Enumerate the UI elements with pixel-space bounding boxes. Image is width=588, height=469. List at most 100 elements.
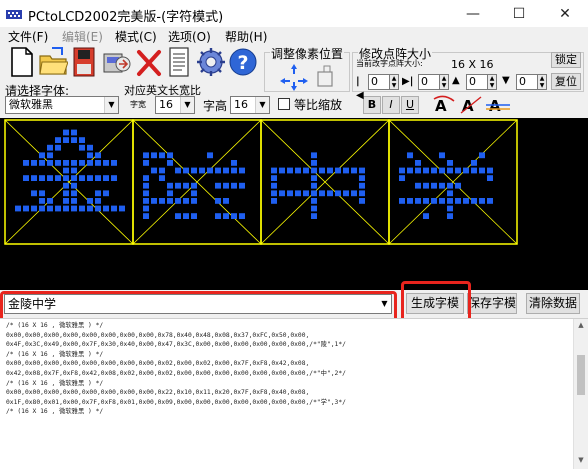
delete-icon[interactable] [134,46,164,78]
glyph-pixel [191,198,197,204]
font-select[interactable]: 微软雅黑 ▼ [5,96,119,114]
char-width-select[interactable]: 16 ▼ [155,96,195,114]
glyph-pixel [47,205,53,212]
glyph-pixel [55,137,61,143]
glyph-pixel [71,205,77,212]
glyph-pixel [71,182,77,189]
glyph-pixel [471,198,477,204]
svg-text:?: ? [237,52,248,74]
glyph-pixel [359,198,365,204]
menu-options[interactable]: 选项(O) [168,28,211,46]
glyph-pixel [319,190,325,197]
glyph-pixel [95,205,101,212]
glyph-pixel [423,213,429,219]
glyph-pixel [359,175,365,181]
spin-right[interactable]: 0 [418,74,440,90]
preview-canvas[interactable] [0,118,588,290]
glyph-pixel [167,152,173,159]
save-icon[interactable] [70,46,100,78]
vertical-scrollbar[interactable]: ▲ ▼ [573,319,588,469]
lock-button[interactable]: 锁定 [551,52,581,68]
help-icon[interactable]: ? [228,46,258,78]
menu-bar: 文件(F) 编辑(E) 模式(C) 选项(O) 帮助(H) [0,28,588,46]
spin-right-arrows[interactable]: ▲ ▼ [439,74,449,90]
glyph-pixel [39,175,45,181]
italic-button[interactable]: I [382,96,400,114]
glyph-pixel [215,167,221,174]
output-line: 0x00,0x00,0x00,0x00,0x00,0x00,0x00,0x00,… [6,389,310,397]
glyph-pixel [447,198,453,204]
glyph-cell [260,119,390,245]
glyph-pixel [311,160,317,166]
menu-help[interactable]: 帮助(H) [225,28,267,46]
glyph-pixel [479,152,485,159]
glyph-pixel [175,213,181,219]
spin-left[interactable]: 0 [368,74,390,90]
glyph-pixel [167,198,173,204]
scrollbar-thumb[interactable] [577,355,585,395]
glyph-pixel [111,160,117,166]
spin-bottom-arrows[interactable]: ▲ ▼ [537,74,547,90]
minimize-button[interactable]: — [450,0,496,28]
glyph-pixel [423,182,429,189]
new-icon[interactable] [6,46,36,78]
glyph-pixel [215,198,221,204]
notes-icon[interactable] [164,46,194,78]
spin-top[interactable]: 0 [466,74,488,90]
glyph-pixel [103,190,109,197]
bold-button[interactable]: B [363,96,381,114]
glyph-pixel [71,175,77,181]
output-line: 0x42,0x08,0x7F,0xF8,0x42,0x08,0x02,0x00,… [6,369,346,377]
glyph-pixel [311,152,317,159]
glyph-pixel [359,190,365,197]
output-textarea[interactable]: /* (16 X 16 , 微软雅黑 ) */ 0x00,0x00,0x00,0x… [0,318,588,469]
menu-mode[interactable]: 模式(C) [115,28,157,46]
underline-button[interactable]: U [401,96,419,114]
save-font-button[interactable]: 保存字模 [467,293,517,314]
scroll-up-icon[interactable]: ▲ [576,321,586,333]
settings-gear-icon[interactable] [196,46,226,78]
pixel-shift-icon[interactable] [278,62,336,92]
clear-data-button[interactable]: 清除数据 [526,293,580,314]
glyph-pixel [271,167,277,174]
rotate-left-icon[interactable]: A [432,95,456,115]
reset-button[interactable]: 复位 [551,73,581,90]
glyph-pixel [311,175,317,181]
flip-icon[interactable]: A [459,95,483,115]
glyph-cell [132,119,262,245]
char-height-select[interactable]: 16 ▼ [230,96,270,114]
glyph-pixel [479,167,485,174]
glyph-pixel [303,190,309,197]
shrink-right-icon[interactable]: ▶| [402,75,416,89]
glyph-pixel [151,198,157,204]
mirror-icon[interactable]: A [486,95,510,115]
glyph-pixel [447,160,453,166]
maximize-button[interactable]: ☐ [496,0,542,28]
scroll-down-icon[interactable]: ▼ [576,456,586,468]
spin-left-arrows[interactable]: ▲ ▼ [389,74,399,90]
glyph-pixel [271,198,277,204]
close-button[interactable]: ✕ [542,0,588,28]
import-icon[interactable] [102,46,132,78]
spin-bottom[interactable]: 0 [516,74,538,90]
glyph-pixel [31,205,37,212]
proportional-checkbox[interactable] [278,98,290,110]
output-line: 0x00,0x00,0x00,0x00,0x00,0x00,0x00,0x00,… [6,360,310,368]
glyph-pixel [311,213,317,219]
menu-edit[interactable]: 编辑(E) [62,28,103,46]
glyph-pixel [191,213,197,219]
glyph-pixel [295,167,301,174]
shrink-bottom-icon[interactable]: ▼ [502,74,516,88]
glyph-pixel [183,167,189,174]
open-icon[interactable] [38,46,68,78]
shrink-top-icon[interactable]: ▲ [452,74,466,88]
glyph-pixel [399,175,405,181]
spin-top-arrows[interactable]: ▲ ▼ [487,74,497,90]
glyph-pixel [55,144,61,151]
glyph-pixel [207,167,213,174]
glyph-pixel [487,198,493,204]
menu-file[interactable]: 文件(F) [8,28,48,46]
glyph-pixel [63,205,69,212]
app-icon [6,10,22,19]
shrink-left-icon[interactable]: |◀ [356,75,366,101]
